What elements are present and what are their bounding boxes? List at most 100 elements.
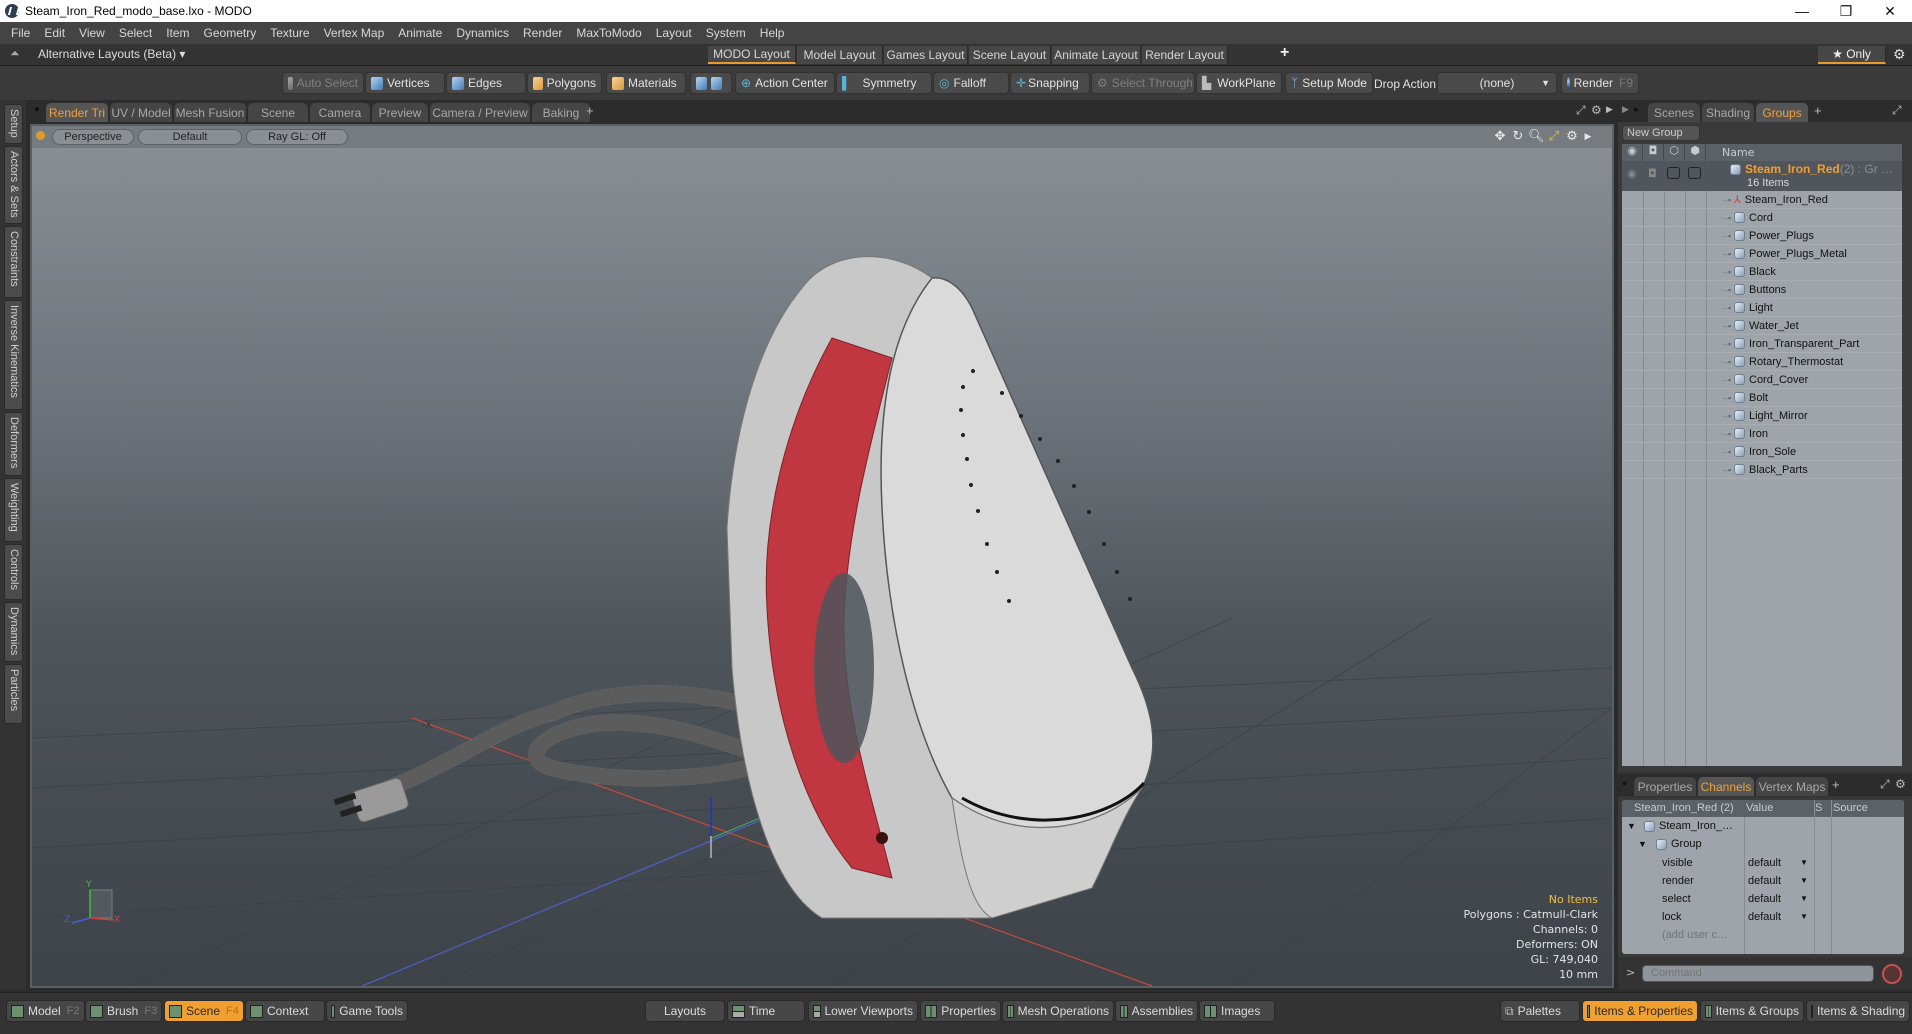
snapping-button[interactable]: ✛ Snapping [1010,72,1090,94]
group-item-row[interactable]: ··▪ Buttons [1622,281,1902,299]
vtab-deformers[interactable]: Deformers [4,412,23,476]
bottom-palettes-button[interactable]: ⧉ Palettes [1500,1000,1580,1022]
menu-layout[interactable]: Layout [649,26,699,40]
raygl-button[interactable]: Ray GL: Off [246,129,348,145]
record-macro-icon[interactable] [1882,964,1902,984]
falloff-button[interactable]: ◎ Falloff [933,72,1009,94]
bottom-brush-button[interactable]: Brush F3 [85,1000,163,1022]
tab-scene-layout[interactable]: Scene Layout [969,46,1051,64]
action-center-button[interactable]: ⊕ Action Center [735,72,835,94]
menu-vertex-map[interactable]: Vertex Map [317,26,392,40]
group-item-row[interactable]: ··▪ Black [1622,263,1902,281]
expand-triangle-icon[interactable]: ▼ [1638,839,1647,849]
bottom-assemblies-button[interactable]: Assemblies [1115,1000,1198,1022]
tab-preview[interactable]: Preview [372,103,428,122]
add-layout-button[interactable]: + [1280,44,1289,62]
bottom-game-tools-button[interactable]: Game Tools [326,1000,408,1022]
restore-button[interactable]: ❐ [1824,0,1868,22]
setup-mode-button[interactable]: ᛉ Setup Mode [1285,72,1373,94]
menu-select[interactable]: Select [112,26,159,40]
render-camera-icon[interactable]: ◘ [1643,144,1664,161]
maximize-icon[interactable]: ⤢ [1892,103,1902,118]
select-cube-icon[interactable]: ⬡ [1664,144,1685,161]
bottom-context-button[interactable]: Context [245,1000,325,1022]
alternative-layouts-dropdown[interactable]: Alternative Layouts (Beta) ▾ [38,47,185,61]
menu-edit[interactable]: Edit [37,26,72,40]
channel-col-value[interactable]: Value [1746,802,1773,814]
menu-render[interactable]: Render [516,26,569,40]
channel-value-dropdown[interactable]: default [1748,893,1781,905]
arrow-right-icon[interactable]: ▶ [1580,129,1596,145]
render-button[interactable]: Render F9 [1561,72,1639,94]
expand-triangle-icon[interactable]: ▼ [1627,821,1636,831]
group-item-row[interactable]: ··▪ Bolt [1622,389,1902,407]
group-item-row[interactable]: ··▪ Iron_Sole [1622,443,1902,461]
3d-viewport[interactable]: Perspective Default Ray GL: Off ✥ ↻ 🔍︎ ⤢… [30,124,1614,988]
arrow-right-icon[interactable]: ▶ [1606,104,1613,115]
tab-render-tri[interactable]: Render Tri [46,103,108,122]
pan-icon[interactable]: ✥ [1492,129,1508,145]
menu-help[interactable]: Help [753,26,792,40]
menu-view[interactable]: View [72,26,112,40]
chevron-down-icon[interactable]: ▼ [1800,894,1808,903]
command-input[interactable] [1642,965,1874,982]
group-item-row[interactable]: ··▪ Light_Mirror [1622,407,1902,425]
bottom-lower-viewports-button[interactable]: Lower Viewports [808,1000,918,1022]
tab-games-layout[interactable]: Games Layout [884,46,968,64]
tab-baking[interactable]: Baking [532,103,590,122]
channel-group-row[interactable]: ▼ Group [1622,837,1904,855]
maximize-icon[interactable]: ⤢ [1880,777,1890,792]
group-item-row[interactable]: ··▪ Power_Plugs [1622,227,1902,245]
bottom-images-button[interactable]: Images [1199,1000,1275,1022]
channel-row-select[interactable]: select default ▼ [1622,891,1904,909]
gear-icon[interactable]: ⚙ [1591,103,1602,117]
tab-scene[interactable]: Scene [248,103,308,122]
group-item-row[interactable]: ··▪ Rotary_Thermostat [1622,353,1902,371]
view-perspective-button[interactable]: Perspective [52,129,134,145]
bottom-properties-button[interactable]: Properties [920,1000,1001,1022]
gear-icon[interactable]: ⚙ [1893,46,1906,63]
tab-shading[interactable]: Shading [1702,103,1754,122]
group-item-row[interactable]: ··▪ Cord [1622,209,1902,227]
vtab-inverse-kinematics[interactable]: Inverse Kinematics [4,300,23,410]
collapse-arrow-icon[interactable]: ⏶ [10,46,20,61]
channel-value-dropdown[interactable]: default [1748,857,1781,869]
bottom-scene-button[interactable]: Scene F4 [164,1000,244,1022]
tab-groups[interactable]: Groups [1756,103,1808,122]
chevron-down-icon[interactable]: ▼ [1800,912,1808,921]
group-item-row[interactable]: ··▪ Black_Parts [1622,461,1902,479]
fit-view-icon[interactable]: ⤢ [1546,129,1562,145]
menu-dynamics[interactable]: Dynamics [449,26,516,40]
channel-row-lock[interactable]: lock default ▼ [1622,909,1904,927]
group-item-row[interactable]: ··▪ Iron [1622,425,1902,443]
menu-item[interactable]: Item [159,26,196,40]
tab-channels[interactable]: Channels [1698,777,1754,796]
channel-value-dropdown[interactable]: default [1748,911,1781,923]
chevron-down-icon[interactable]: ▼ [1800,876,1808,885]
vtab-setup[interactable]: Setup [4,104,23,144]
menu-maxtomodo[interactable]: MaxToModo [569,26,648,40]
zoom-icon[interactable]: 🔍︎ [1528,129,1545,145]
menu-system[interactable]: System [699,26,753,40]
chevron-down-icon[interactable]: ▼ [1800,858,1808,867]
polygons-button[interactable]: Polygons [527,72,602,94]
bottom-items-groups-button[interactable]: Items & Groups [1700,1000,1804,1022]
group-visibility-icon[interactable]: ◉ [1627,167,1637,180]
group-item-row[interactable]: ··▪ Water_Jet [1622,317,1902,335]
bottom-layouts-button[interactable]: Layouts [645,1000,725,1022]
bottom-time-button[interactable]: Time [727,1000,805,1022]
vtab-dynamics[interactable]: Dynamics [4,602,23,662]
menu-geometry[interactable]: Geometry [197,26,264,40]
menu-file[interactable]: File [4,26,37,40]
new-group-button[interactable]: New Group [1622,125,1700,141]
maximize-icon[interactable]: ⤢ [1576,103,1586,118]
channel-col-source[interactable]: Source [1833,802,1868,814]
group-item-row[interactable]: ··▪ ⅄ Steam_Iron_Red [1622,191,1902,209]
add-user-channel-row[interactable]: (add user c… [1622,927,1904,945]
channel-value-dropdown[interactable]: default [1748,875,1781,887]
vtab-actors-sets[interactable]: Actors & Sets [4,146,23,224]
gear-icon[interactable]: ⚙ [1564,129,1580,145]
tab-model-layout[interactable]: Model Layout [797,46,883,64]
group-item-row[interactable]: ··▪ Iron_Transparent_Part [1622,335,1902,353]
tab-scenes[interactable]: Scenes [1648,103,1700,122]
